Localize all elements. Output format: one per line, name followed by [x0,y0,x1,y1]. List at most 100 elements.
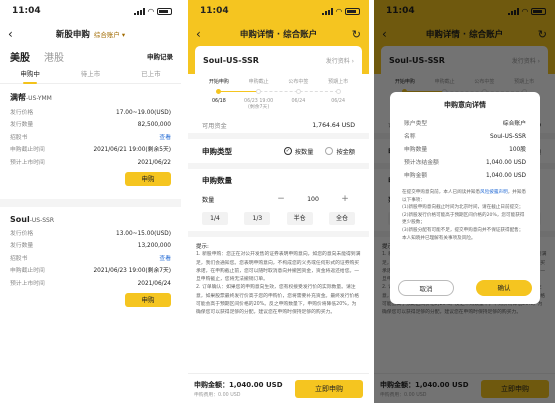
timeline-dot [256,89,262,94]
timeline-track [199,87,358,97]
timeline-date: 06/18 [211,99,226,104]
prospectus-row: 招股书 查看 [10,253,171,265]
back-arrow-icon[interactable]: ‹ [8,27,13,41]
nav-bar: ‹ 申购详情 · 综合账户 ↻ [188,22,369,46]
prospectus-row: 招股书 查看 [10,132,171,144]
dialog-row: 预计冻结金额 1,040.00 USD [404,160,526,166]
back-arrow-icon[interactable]: ‹ [196,27,201,41]
view-prospectus-link[interactable]: 查看 [159,253,171,265]
confirm-dialog: 申购意向详情 账户类型 综合账户 名称 Soul-US-SSR 申购数量 100股 预… [390,92,540,304]
submit-subscription-button[interactable]: 立即申购 [295,379,363,398]
tab-us-market[interactable]: 美股 [10,49,30,64]
risk-disclosure-link[interactable]: 风险披露声明 [480,190,508,195]
tips-section: 提示: 1. 新股申购：您正在对公开发售的证券表明申购意向，如您的意向未能得到满… [196,244,361,316]
refresh-icon[interactable]: ↻ [352,28,361,41]
bottom-bar: 申购金额：1,040.00 USD 申购费用：0.00 USD 立即申购 [188,373,369,403]
ipo-card-ssr: Soul-US-SSR 发行价格 13.00~15.00(USD) 发行数量 13,… [0,207,181,313]
page-title: 新股申购 [55,30,90,40]
by-amount-radio[interactable]: 按金额 [325,147,355,156]
check-icon: ✓ [283,147,292,155]
battery-icon [157,7,172,15]
timeline-step-label: 申购截止 [248,79,269,85]
chip-full[interactable]: 全仓 [328,212,355,225]
modal-overlay[interactable]: 申购意向详情 账户类型 综合账户 名称 Soul-US-SSR 申购数量 100股 预… [374,0,555,403]
view-prospectus-link[interactable]: 查看 [159,132,171,144]
by-quantity-radio[interactable]: ✓ 按数量 [283,147,313,156]
listing-date-row: 预计上市时间 2021/06/22 [10,159,171,166]
timeline-dot [295,89,301,94]
quantity-input[interactable]: 100 [291,196,335,203]
timeline-step-label: 预期上市 [328,79,349,85]
quantity-section: 申购数量 数量 − 100 + 1/4 1/3 半仓 全仓 [188,169,369,237]
timeline-step-label: 公布中签 [288,79,309,85]
dialog-row: 申购金额 1,040.00 USD [404,173,526,179]
issue-price-row: 发行价格 17.00~19.00(USD) [10,110,171,116]
status-bar: 11:04 ◠ [0,0,181,22]
stock-name: Soul-US-SSR [203,55,259,65]
timeline-date: 06/23 19:00 (剩余7天) [244,99,274,110]
tab-hk-market[interactable]: 港股 [44,49,64,64]
available-funds-value: 1,764.64 USD [312,121,355,129]
wifi-icon: ◠ [335,6,342,16]
wifi-icon: ◠ [147,6,154,16]
available-funds-row: 可用资金 1,764.64 USD [188,117,369,139]
timeline-dot [216,89,222,94]
ipo-name: Soul [10,215,30,225]
cellular-signal-icon [321,7,333,15]
amount-label: 申购金额： [194,380,229,389]
ipo-name: 满帮 [10,93,26,102]
dialog-row: 名称 Soul-US-SSR [404,134,526,140]
divider [0,199,181,208]
timeline-step-label: 开始申购 [208,79,229,85]
tab-pending-listing[interactable]: 待上市 [60,66,120,83]
issue-info-link[interactable]: 发行资料 › [326,56,354,65]
records-link[interactable]: 申购记录 [147,51,173,61]
chip-quarter[interactable]: 1/4 [202,212,228,225]
confirm-button[interactable]: 确认 [476,280,532,296]
issue-quantity-row: 发行数量 82,500,000 [10,122,171,129]
chip-half[interactable]: 半仓 [286,212,313,225]
deadline-row: 申购截止时间 2021/06/23 19:00(剩余7天) [10,268,171,275]
plus-button[interactable]: + [335,194,355,204]
cancel-button[interactable]: 取消 [398,280,454,296]
nav-bar: ‹ 新股申购 综合账户 ▾ [0,22,181,46]
battery-icon [345,7,360,15]
dialog-buttons: 取消 确认 [398,280,532,296]
chip-third[interactable]: 1/3 [244,212,271,225]
market-tabs: 美股 港股 申购记录 [0,46,181,66]
minus-button[interactable]: − [271,194,291,204]
dialog-row: 账户类型 综合账户 [404,121,526,127]
page-title: 申购详情 · 综合账户 [239,30,318,40]
dialog-row: 申购数量 100股 [404,147,526,153]
amount-value: 1,040.00 USD [229,380,283,389]
subscribe-button[interactable]: 申购 [125,172,171,187]
account-selector[interactable]: 综合账户 ▾ [94,29,125,39]
timeline-date: 06/24 [291,99,306,104]
deadline-row: 申购截止时间 2021/06/21 19:00(剩余5天) [10,147,171,154]
subscription-type-row: 申购类型 ✓ 按数量 按金额 [188,139,369,169]
dialog-title: 申购意向详情 [444,101,486,109]
stock-header: Soul-US-SSR 发行资料 › [195,46,362,74]
issue-price-row: 发行价格 13.00~15.00(USD) [10,231,171,238]
timeline: 开始申购 申购截止 公布中签 预期上市 06/18 06/23 19:00 (剩… [195,74,362,117]
quantity-stepper: 数量 − 100 + [202,194,355,204]
status-time: 11:04 [12,6,41,16]
ipo-code: -US-SSR [29,217,55,225]
risk-disclosure-note: 在提交申购意向前，本人已阅读并知悉风险披露声明，并知悉以下事项： (1)新股申购… [402,190,527,241]
listing-date-row: 预计上市时间 2021/06/24 [10,280,171,287]
header-area: 11:04 ◠ ‹ 申购详情 · 综合账户 ↻ Soul-US-SSR 发行资料… [188,0,369,74]
ipo-list-screen: 11:04 ◠ ‹ 新股申购 综合账户 ▾ 美股 港股 申购记录 申购中 待上市… [0,0,181,403]
confirm-dialog-screen: 11:04 ◠ ‹ 申购详情 · 综合账户 ↻ Soul-US-SSR 发行资料… [374,0,555,403]
cellular-signal-icon [133,7,145,15]
subscribe-button[interactable]: 申购 [125,293,171,308]
ipo-status-tabs: 申购中 待上市 已上市 [0,66,181,84]
issue-quantity-row: 发行数量 13,200,000 [10,243,171,250]
status-time: 11:04 [200,6,229,16]
timeline-dot [335,89,341,94]
status-bar: 11:04 ◠ [188,0,369,22]
subscription-detail-screen: 11:04 ◠ ‹ 申购详情 · 综合账户 ↻ Soul-US-SSR 发行资料… [188,0,369,403]
timeline-date: 06/24 [331,99,346,104]
tab-listed[interactable]: 已上市 [121,66,181,83]
tab-subscribing[interactable]: 申购中 [0,66,60,84]
ipo-card-ymm: 满帮-US-YMM 发行价格 17.00~19.00(USD) 发行数量 82,50… [0,84,181,192]
